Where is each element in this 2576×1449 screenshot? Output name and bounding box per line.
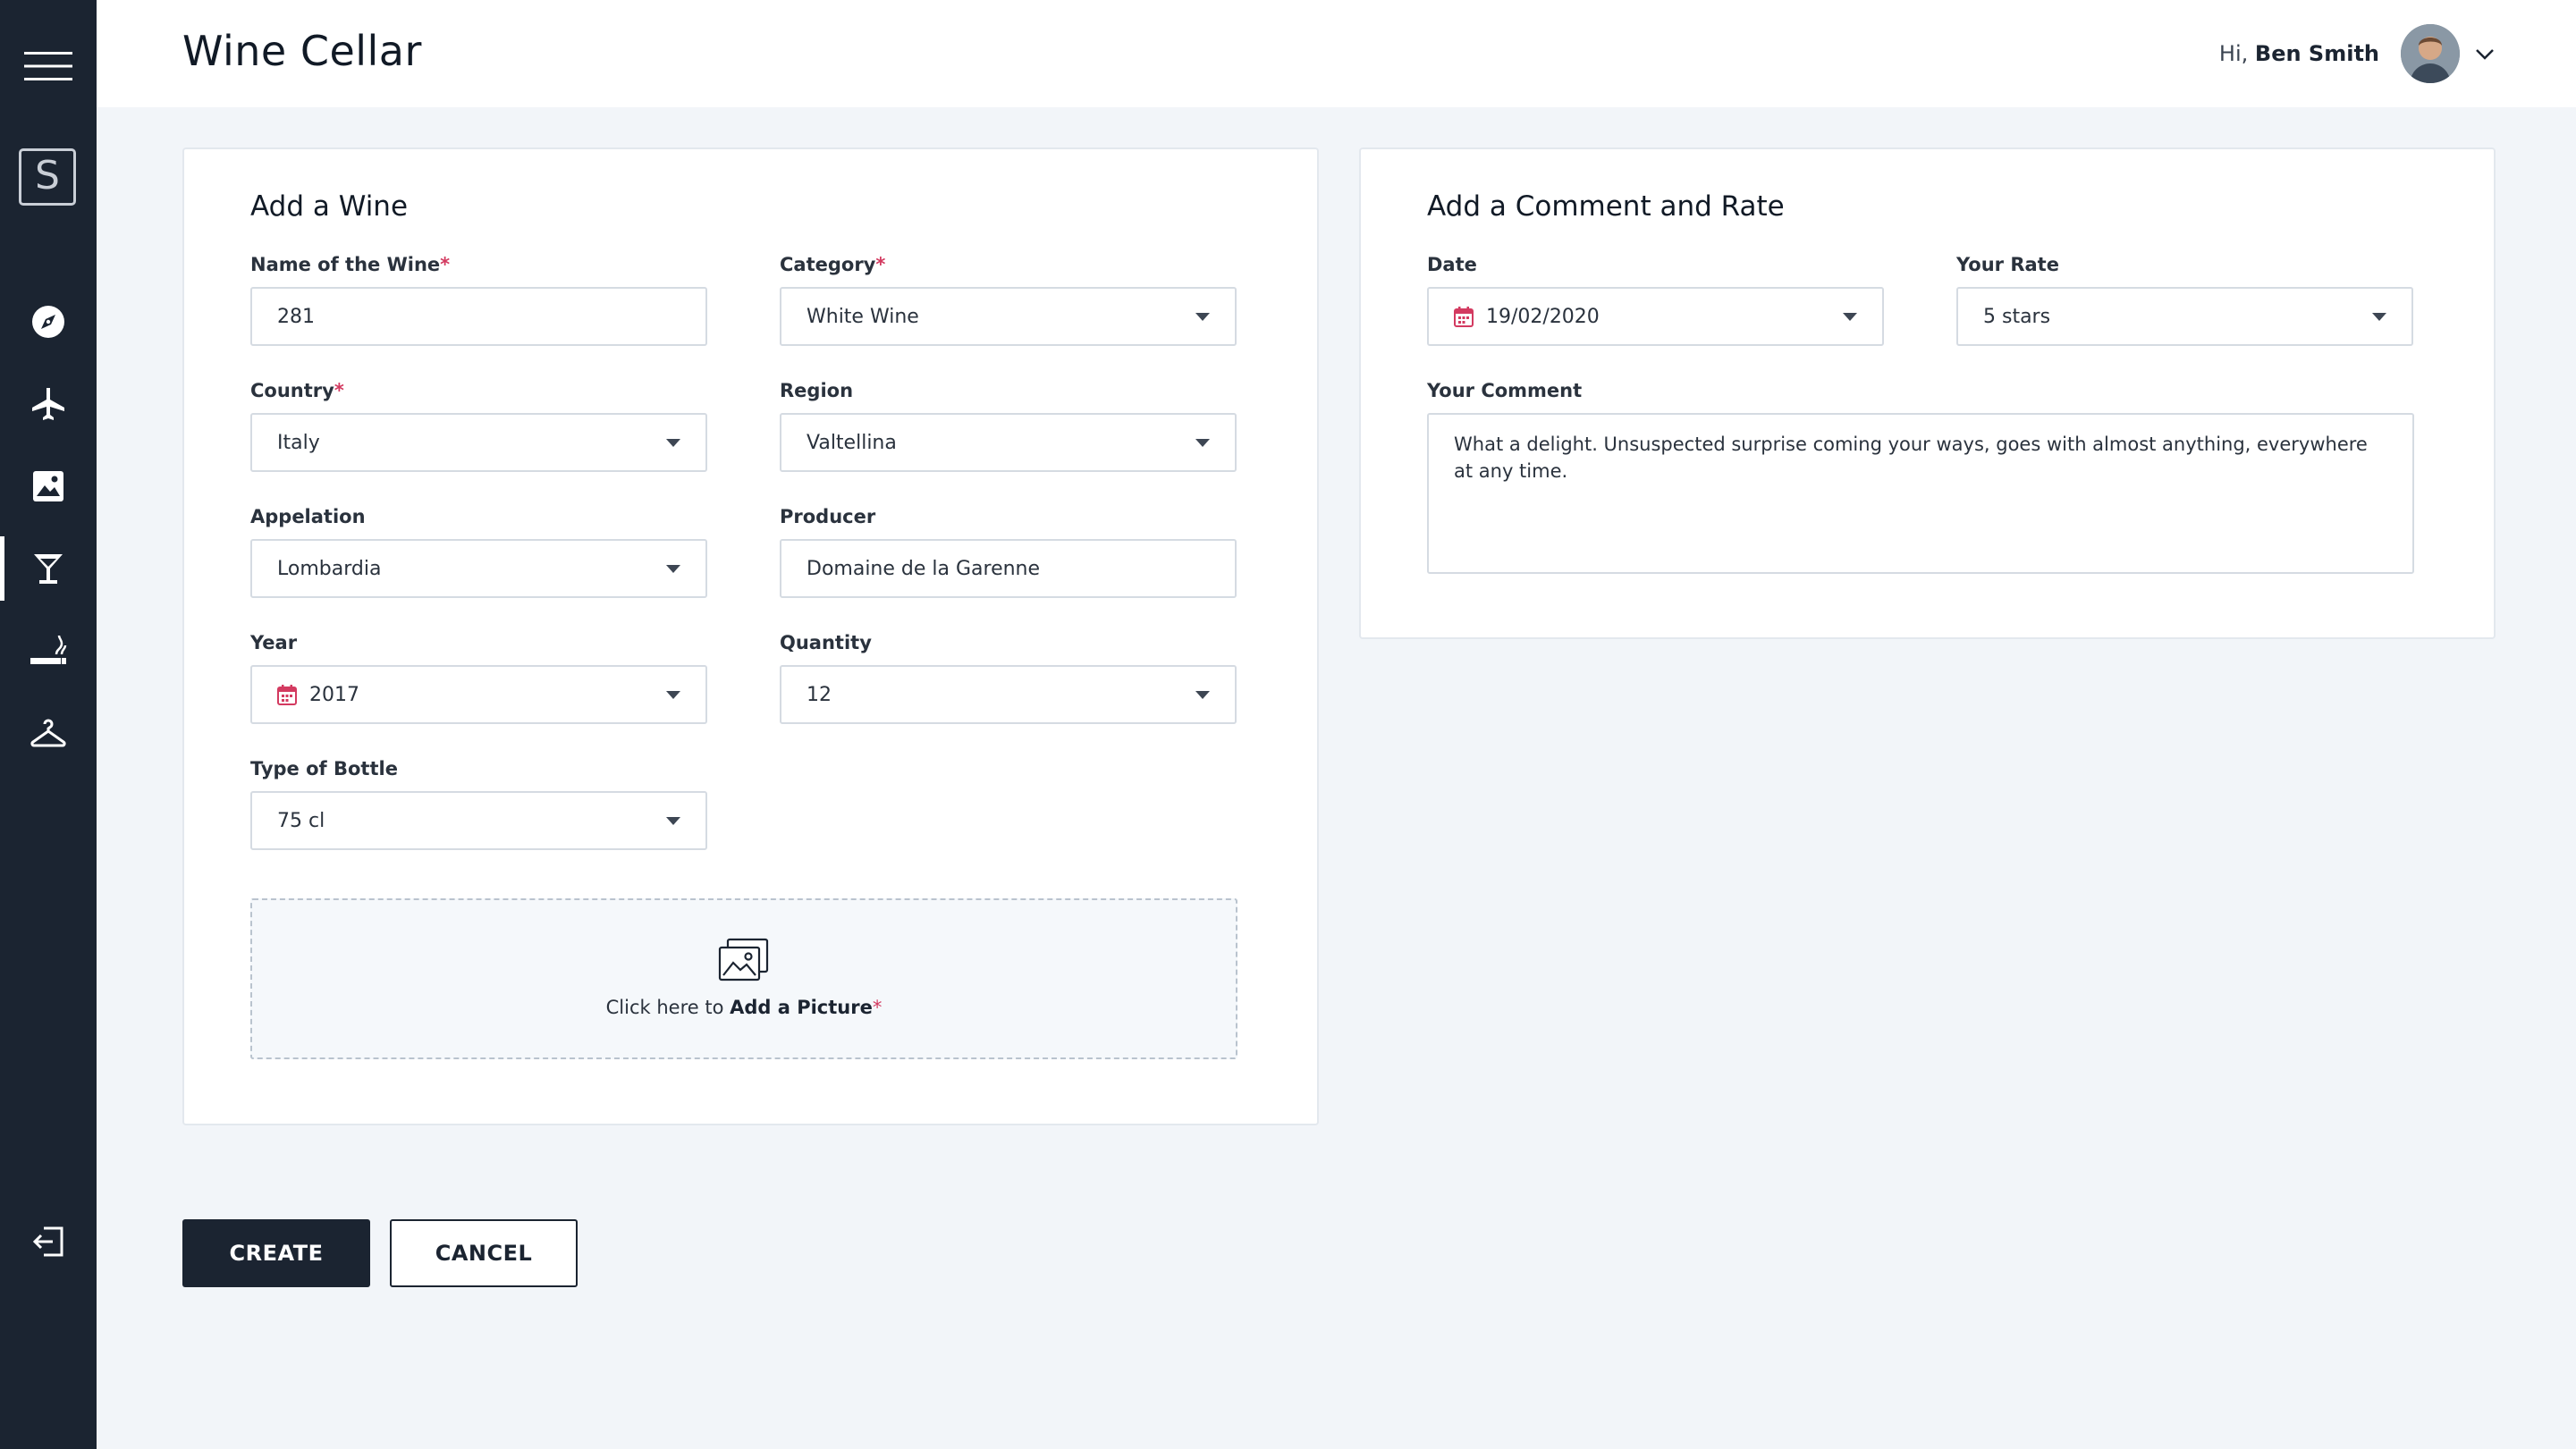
sidebar-item-wine-cellar[interactable]	[0, 536, 97, 601]
top-header: Wine Cellar Hi, Ben Smith	[97, 0, 2576, 107]
add-wine-card: Add a Wine Name of the Wine* 281 Categor…	[182, 147, 1319, 1125]
dropdown-caret-icon	[666, 564, 680, 573]
required-mark: *	[334, 380, 344, 401]
wine-name-field: Name of the Wine* 281	[250, 253, 707, 346]
wine-name-label: Name of the Wine	[250, 254, 441, 275]
date-field: Date 19/02/2020	[1427, 253, 1884, 346]
calendar-icon	[277, 684, 297, 705]
dropdown-caret-icon	[1195, 438, 1210, 447]
dropdown-caret-icon	[2372, 312, 2386, 321]
cigar-icon	[30, 635, 67, 664]
add-wine-title: Add a Wine	[250, 190, 409, 223]
logout-icon	[32, 1226, 63, 1257]
comment-card: Add a Comment and Rate Date 19/02/2020 Y…	[1359, 147, 2496, 639]
year-field: Year 2017	[250, 631, 707, 724]
add-picture-dropzone[interactable]: Click here to Add a Picture*	[250, 898, 1237, 1059]
required-mark: *	[875, 254, 886, 275]
category-value: White Wine	[807, 305, 919, 328]
date-label: Date	[1427, 254, 1477, 275]
appelation-label: Appelation	[250, 506, 366, 527]
sidebar-item-pictures[interactable]	[0, 454, 97, 518]
user-name: Ben Smith	[2254, 41, 2379, 66]
region-select[interactable]: Valtellina	[780, 413, 1237, 472]
add-picture-text: Click here to Add a Picture*	[252, 997, 1236, 1018]
sidebar-item-cigars[interactable]	[0, 619, 97, 683]
bottle-type-label: Type of Bottle	[250, 758, 398, 779]
year-label: Year	[250, 632, 298, 653]
quantity-value: 12	[807, 683, 832, 706]
cocktail-glass-icon	[34, 554, 63, 584]
page-title: Wine Cellar	[182, 27, 422, 75]
dropdown-caret-icon	[1195, 312, 1210, 321]
comment-title: Add a Comment and Rate	[1427, 190, 1785, 223]
category-field: Category* White Wine	[780, 253, 1237, 346]
menu-button[interactable]	[0, 34, 97, 98]
appelation-select[interactable]: Lombardia	[250, 539, 707, 598]
required-mark: *	[872, 997, 883, 1018]
sidebar-item-travel[interactable]	[0, 372, 97, 436]
pictures-icon	[718, 938, 769, 981]
producer-label: Producer	[780, 506, 876, 527]
quantity-label: Quantity	[780, 632, 872, 653]
sidebar-item-wardrobe[interactable]	[0, 701, 97, 765]
airplane-icon	[32, 388, 64, 420]
bottle-type-select[interactable]: 75 cl	[250, 791, 707, 850]
app-logo[interactable]: S	[19, 148, 76, 206]
upload-prefix: Click here to	[605, 997, 724, 1018]
quantity-field: Quantity 12	[780, 631, 1237, 724]
category-select[interactable]: White Wine	[780, 287, 1237, 346]
country-field: Country* Italy	[250, 379, 707, 472]
dropdown-caret-icon	[666, 690, 680, 699]
comment-field: Your Comment What a delight. Unsuspected…	[1427, 379, 2414, 574]
dropdown-caret-icon	[666, 816, 680, 825]
wine-name-value: 281	[277, 305, 315, 328]
year-value: 2017	[309, 683, 359, 706]
region-value: Valtellina	[807, 431, 897, 454]
dropdown-caret-icon	[1843, 312, 1857, 321]
cancel-button[interactable]: CANCEL	[390, 1219, 578, 1287]
hanger-icon	[30, 719, 66, 747]
sidebar: S	[0, 0, 97, 1449]
menu-icon	[24, 52, 72, 80]
date-value: 19/02/2020	[1486, 305, 1600, 328]
create-button[interactable]: CREATE	[182, 1219, 370, 1287]
greeting-text: Hi,	[2218, 41, 2249, 66]
country-value: Italy	[277, 431, 320, 454]
rate-label: Your Rate	[1956, 254, 2059, 275]
comment-textarea[interactable]: What a delight. Unsuspected surprise com…	[1427, 413, 2414, 574]
comment-label: Your Comment	[1427, 380, 1583, 401]
region-label: Region	[780, 380, 854, 401]
appelation-value: Lombardia	[277, 557, 382, 580]
producer-field: Producer Domaine de la Garenne	[780, 505, 1237, 598]
wine-name-input[interactable]: 281	[250, 287, 707, 346]
bottle-type-field: Type of Bottle 75 cl	[250, 757, 707, 850]
image-icon	[33, 471, 63, 501]
appelation-field: Appelation Lombardia	[250, 505, 707, 598]
quantity-select[interactable]: 12	[780, 665, 1237, 724]
required-mark: *	[440, 254, 451, 275]
region-field: Region Valtellina	[780, 379, 1237, 472]
sidebar-item-logout[interactable]	[0, 1209, 97, 1274]
category-label: Category	[780, 254, 876, 275]
date-picker[interactable]: 19/02/2020	[1427, 287, 1884, 346]
rate-select[interactable]: 5 stars	[1956, 287, 2413, 346]
country-label: Country	[250, 380, 334, 401]
user-menu[interactable]: Hi, Ben Smith	[2219, 23, 2497, 84]
sidebar-item-explore[interactable]	[0, 290, 97, 354]
avatar[interactable]	[2401, 24, 2460, 83]
rate-field: Your Rate 5 stars	[1956, 253, 2413, 346]
producer-input[interactable]: Domaine de la Garenne	[780, 539, 1237, 598]
dropdown-caret-icon	[666, 438, 680, 447]
chevron-down-icon[interactable]	[2472, 41, 2497, 66]
rate-value: 5 stars	[1983, 305, 2051, 328]
compass-icon	[32, 306, 64, 338]
producer-value: Domaine de la Garenne	[807, 557, 1041, 580]
calendar-icon	[1454, 306, 1474, 327]
year-picker[interactable]: 2017	[250, 665, 707, 724]
country-select[interactable]: Italy	[250, 413, 707, 472]
upload-action: Add a Picture	[730, 997, 873, 1018]
user-greeting: Hi, Ben Smith	[2219, 41, 2379, 66]
bottle-type-value: 75 cl	[277, 809, 325, 832]
dropdown-caret-icon	[1195, 690, 1210, 699]
